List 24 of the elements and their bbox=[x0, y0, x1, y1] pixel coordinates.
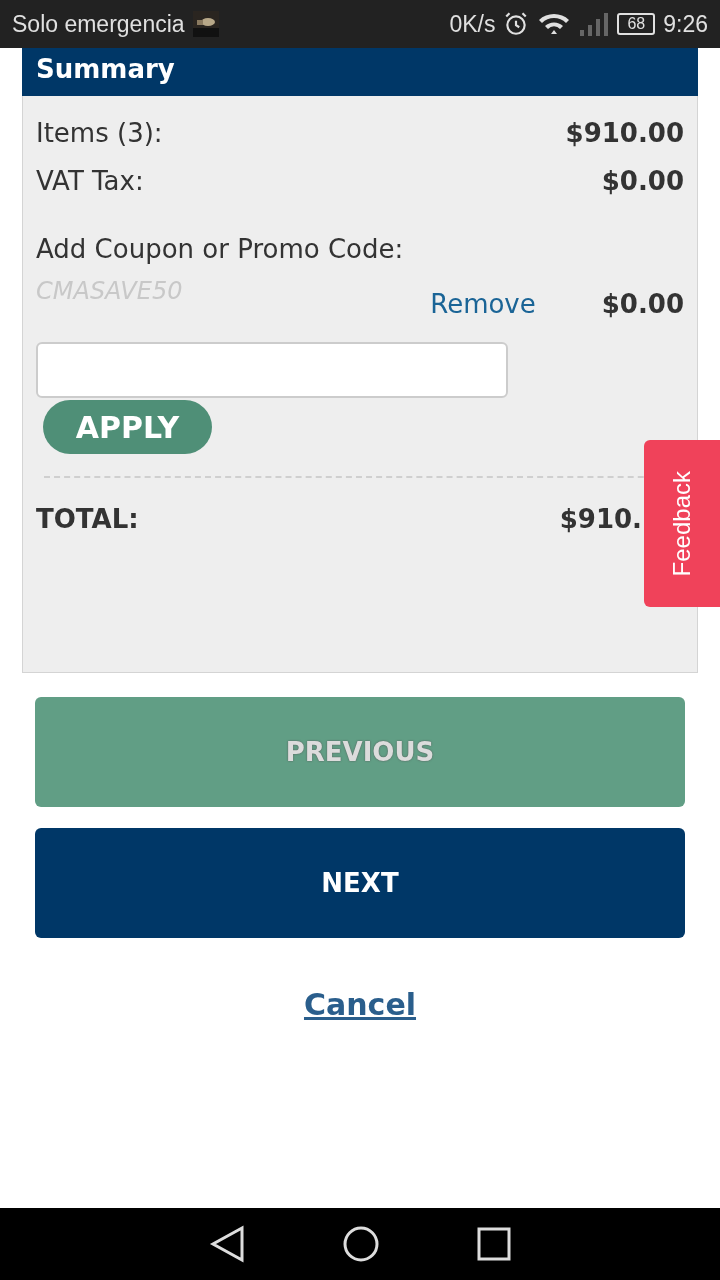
feedback-tab[interactable]: Feedback bbox=[644, 440, 720, 607]
next-button[interactable]: NEXT bbox=[35, 828, 685, 938]
coupon-input[interactable] bbox=[36, 342, 508, 398]
discount-value: $0.00 bbox=[601, 288, 684, 321]
home-icon[interactable] bbox=[342, 1225, 380, 1263]
apply-button[interactable]: APPLY bbox=[43, 400, 212, 454]
cancel-link[interactable]: Cancel bbox=[304, 982, 416, 1027]
back-icon[interactable] bbox=[208, 1225, 245, 1263]
remove-link[interactable]: Remove bbox=[430, 285, 536, 324]
summary-title: Summary bbox=[36, 56, 175, 82]
line-label: Items (3): bbox=[36, 117, 163, 150]
line-value: $910.00 bbox=[565, 117, 684, 150]
recents-icon[interactable] bbox=[477, 1227, 512, 1261]
line-label: VAT Tax: bbox=[36, 165, 144, 198]
battery-icon: 68 bbox=[617, 13, 656, 35]
signal-icon bbox=[579, 11, 610, 37]
total-value: $910. bbox=[559, 503, 642, 536]
clock: 9:26 bbox=[663, 9, 708, 39]
network-speed: 0K/s bbox=[449, 9, 496, 39]
wifi-icon bbox=[537, 11, 572, 37]
line-value: $0.00 bbox=[601, 165, 684, 198]
total-label: TOTAL: bbox=[36, 503, 139, 536]
status-text: Solo emergencia bbox=[12, 9, 185, 39]
coupon-label: Add Coupon or Promo Code: bbox=[36, 233, 405, 266]
